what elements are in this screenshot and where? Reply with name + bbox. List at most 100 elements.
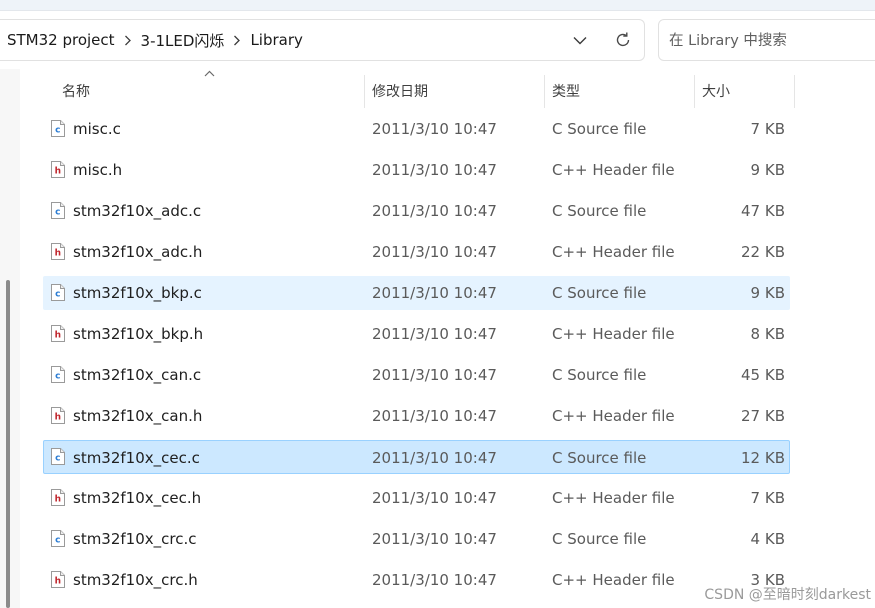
file-row[interactable]: h misc.h 2011/3/10 10:47 C++ Header file 9 K… [43,153,790,187]
search-input[interactable] [667,29,871,53]
column-header-type[interactable]: 类型 [552,78,580,104]
file-name: stm32f10x_bkp.h [73,325,204,343]
svg-text:h: h [55,249,61,259]
header-file-icon: h [51,243,65,260]
file-type: C Source file [552,449,647,467]
file-name: stm32f10x_crc.h [73,571,198,589]
svg-text:h: h [55,413,61,423]
sort-ascending-icon [204,70,215,77]
c-source-file-icon: c [51,120,65,137]
file-row[interactable]: c stm32f10x_cec.c 2011/3/10 10:47 C Source … [43,440,790,474]
svg-text:c: c [55,372,60,382]
file-size: 9 KB [750,161,785,179]
header-file-icon: h [51,571,65,588]
address-bar[interactable]: STM32 project 3-1LED闪烁 Library [0,19,645,61]
c-source-file-icon: c [51,448,65,465]
file-name: stm32f10x_can.h [73,407,203,425]
file-modified-date: 2011/3/10 10:47 [372,120,497,138]
c-source-file-icon: c [51,284,65,301]
file-size: 47 KB [741,202,785,220]
file-type: C++ Header file [552,489,675,507]
header-file-icon: h [51,161,65,178]
file-modified-date: 2011/3/10 10:47 [372,243,497,261]
file-name: stm32f10x_bkp.c [73,284,202,302]
file-modified-date: 2011/3/10 10:47 [372,202,497,220]
file-type: C++ Header file [552,571,675,589]
column-divider[interactable] [364,75,365,108]
file-type: C Source file [552,530,647,548]
file-row[interactable]: h stm32f10x_crc.h 2011/3/10 10:47 C++ Heade… [43,563,790,597]
file-name: stm32f10x_adc.h [73,243,203,261]
chevron-down-icon [573,36,587,44]
svg-text:c: c [55,208,60,218]
file-modified-date: 2011/3/10 10:47 [372,489,497,507]
svg-text:c: c [55,536,60,546]
file-row[interactable]: h stm32f10x_bkp.h 2011/3/10 10:47 C++ Heade… [43,317,790,351]
file-row[interactable]: h stm32f10x_cec.h 2011/3/10 10:47 C++ Heade… [43,481,790,515]
file-name: misc.h [73,161,123,179]
file-size: 45 KB [741,366,785,384]
file-size: 27 KB [741,407,785,425]
chevron-right-icon[interactable] [115,30,141,50]
refresh-icon [616,32,630,47]
file-size: 22 KB [741,243,785,261]
address-history-dropdown-button[interactable] [566,27,594,53]
c-source-file-icon: c [51,366,65,383]
navigation-pane-scrollbar[interactable] [6,280,10,608]
search-box[interactable] [658,19,875,61]
column-divider[interactable] [794,75,795,108]
file-row[interactable]: h stm32f10x_can.h 2011/3/10 10:47 C++ Heade… [43,399,790,433]
file-list: c misc.c 2011/3/10 10:47 C Source file 7 KB h… [43,112,790,604]
refresh-button[interactable] [609,27,637,53]
file-size: 8 KB [750,325,785,343]
header-file-icon: h [51,407,65,424]
file-type: C++ Header file [552,243,675,261]
file-type: C++ Header file [552,325,675,343]
breadcrumb-item-led-folder[interactable]: 3-1LED闪烁 [141,30,225,51]
svg-text:h: h [55,577,61,587]
column-header-date[interactable]: 修改日期 [372,78,428,104]
column-divider[interactable] [694,75,695,108]
file-type: C++ Header file [552,407,675,425]
file-row[interactable]: h stm32f10x_adc.h 2011/3/10 10:47 C++ Heade… [43,235,790,269]
header-file-icon: h [51,489,65,506]
c-source-file-icon: c [51,202,65,219]
navigation-pane[interactable] [0,69,20,608]
file-name: stm32f10x_adc.c [73,202,202,220]
file-modified-date: 2011/3/10 10:47 [372,571,497,589]
svg-text:c: c [55,290,60,300]
file-size: 7 KB [750,120,785,138]
file-size: 4 KB [750,530,785,548]
file-row[interactable]: c stm32f10x_adc.c 2011/3/10 10:47 C Source … [43,194,790,228]
file-name: stm32f10x_crc.c [73,530,197,548]
chevron-right-icon[interactable] [224,30,250,50]
c-source-file-icon: c [51,530,65,547]
column-header-name[interactable]: 名称 [62,78,90,104]
file-modified-date: 2011/3/10 10:47 [372,325,497,343]
file-type: C Source file [552,366,647,384]
file-row[interactable]: c stm32f10x_can.c 2011/3/10 10:47 C Source … [43,358,790,392]
column-header-size[interactable]: 大小 [702,78,730,104]
file-type: C++ Header file [552,161,675,179]
column-divider[interactable] [544,75,545,108]
file-row[interactable]: c misc.c 2011/3/10 10:47 C Source file 7 KB [43,112,790,146]
file-row[interactable]: c stm32f10x_crc.c 2011/3/10 10:47 C Source … [43,522,790,556]
breadcrumb: STM32 project 3-1LED闪烁 Library [7,20,303,60]
file-size: 12 KB [741,449,785,467]
window-top-strip [0,0,875,10]
file-modified-date: 2011/3/10 10:47 [372,449,497,467]
file-type: C Source file [552,120,647,138]
svg-text:c: c [55,126,60,136]
breadcrumb-item-library[interactable]: Library [250,31,302,49]
file-name: stm32f10x_cec.h [73,489,202,507]
watermark: CSDN @至暗时刻darkest [704,587,871,603]
file-name: stm32f10x_cec.c [73,449,200,467]
svg-text:h: h [55,167,61,177]
file-name: stm32f10x_can.c [73,366,202,384]
file-size: 7 KB [750,489,785,507]
breadcrumb-item-stm32-project[interactable]: STM32 project [7,31,115,49]
file-type: C Source file [552,284,647,302]
header-file-icon: h [51,325,65,342]
svg-text:h: h [55,495,61,505]
file-row[interactable]: c stm32f10x_bkp.c 2011/3/10 10:47 C Source … [43,276,790,310]
